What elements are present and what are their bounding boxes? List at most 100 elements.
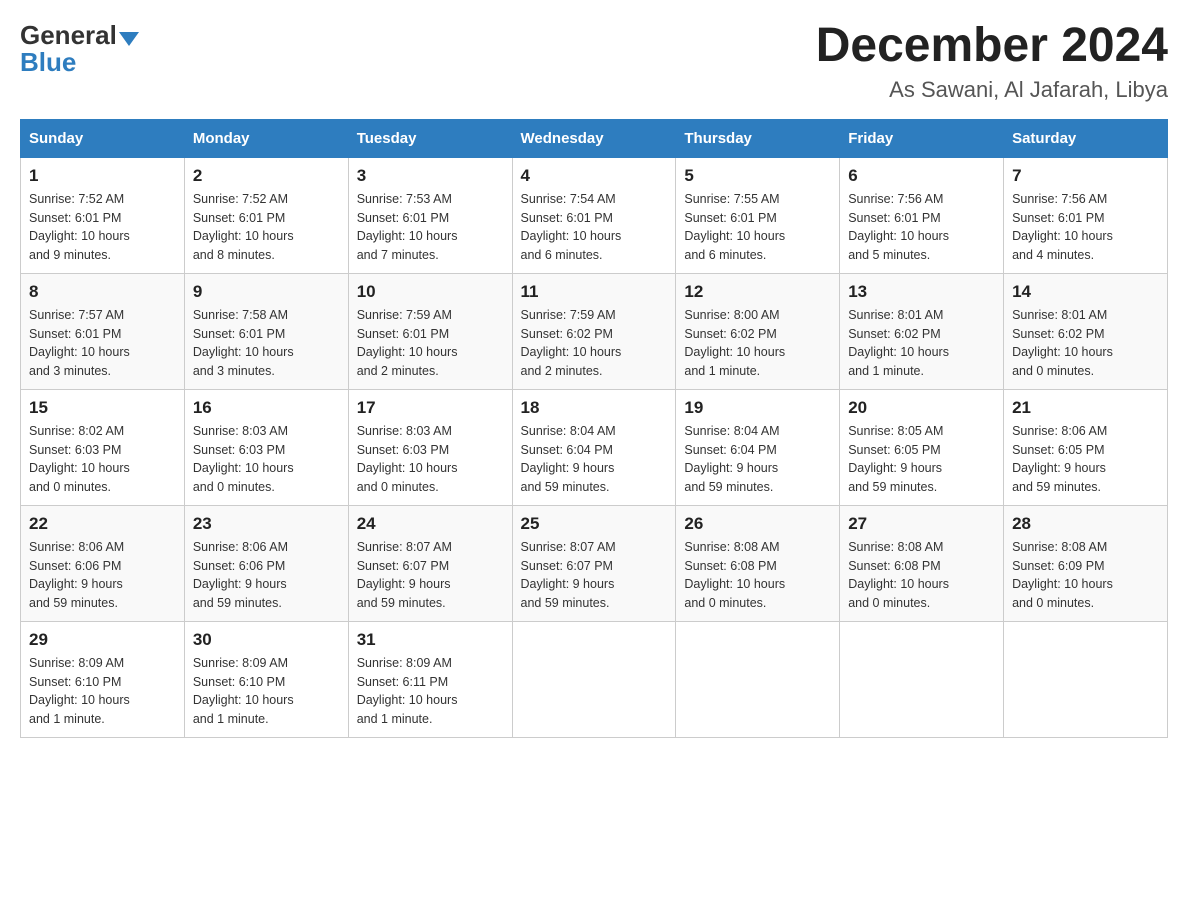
calendar-cell [676, 621, 840, 737]
calendar-cell: 24 Sunrise: 8:07 AMSunset: 6:07 PMDayligh… [348, 505, 512, 621]
day-header-friday: Friday [840, 119, 1004, 157]
calendar-title: December 2024 [816, 20, 1168, 73]
calendar-cell: 27 Sunrise: 8:08 AMSunset: 6:08 PMDayligh… [840, 505, 1004, 621]
day-info: Sunrise: 8:06 AMSunset: 6:06 PMDaylight:… [29, 538, 176, 613]
calendar-cell: 14 Sunrise: 8:01 AMSunset: 6:02 PMDayligh… [1004, 273, 1168, 389]
day-info: Sunrise: 8:08 AMSunset: 6:08 PMDaylight:… [684, 538, 831, 613]
calendar-subtitle: As Sawani, Al Jafarah, Libya [816, 77, 1168, 103]
day-header-monday: Monday [184, 119, 348, 157]
day-info: Sunrise: 8:08 AMSunset: 6:08 PMDaylight:… [848, 538, 995, 613]
calendar-week-row: 29 Sunrise: 8:09 AMSunset: 6:10 PMDayligh… [21, 621, 1168, 737]
day-header-tuesday: Tuesday [348, 119, 512, 157]
calendar-cell: 31 Sunrise: 8:09 AMSunset: 6:11 PMDayligh… [348, 621, 512, 737]
calendar-cell: 19 Sunrise: 8:04 AMSunset: 6:04 PMDayligh… [676, 389, 840, 505]
day-info: Sunrise: 8:09 AMSunset: 6:11 PMDaylight:… [357, 654, 504, 729]
day-number: 24 [357, 514, 504, 534]
day-number: 25 [521, 514, 668, 534]
day-number: 19 [684, 398, 831, 418]
logo-blue-text: Blue [20, 47, 76, 78]
day-info: Sunrise: 7:53 AMSunset: 6:01 PMDaylight:… [357, 190, 504, 265]
calendar-body: 1Sunrise: 7:52 AMSunset: 6:01 PMDaylight… [21, 157, 1168, 737]
calendar-cell [512, 621, 676, 737]
day-header-saturday: Saturday [1004, 119, 1168, 157]
day-number: 13 [848, 282, 995, 302]
calendar-cell: 12 Sunrise: 8:00 AMSunset: 6:02 PMDayligh… [676, 273, 840, 389]
day-number: 6 [848, 166, 995, 186]
title-block: December 2024 As Sawani, Al Jafarah, Lib… [816, 20, 1168, 103]
day-number: 2 [193, 166, 340, 186]
calendar-cell [1004, 621, 1168, 737]
calendar-header-row: SundayMondayTuesdayWednesdayThursdayFrid… [21, 119, 1168, 157]
calendar-cell: 1Sunrise: 7:52 AMSunset: 6:01 PMDaylight… [21, 157, 185, 273]
day-info: Sunrise: 7:56 AMSunset: 6:01 PMDaylight:… [1012, 190, 1159, 265]
day-header-thursday: Thursday [676, 119, 840, 157]
day-info: Sunrise: 8:02 AMSunset: 6:03 PMDaylight:… [29, 422, 176, 497]
day-info: Sunrise: 7:58 AMSunset: 6:01 PMDaylight:… [193, 306, 340, 381]
day-number: 1 [29, 166, 176, 186]
day-number: 31 [357, 630, 504, 650]
day-number: 15 [29, 398, 176, 418]
day-header-wednesday: Wednesday [512, 119, 676, 157]
day-info: Sunrise: 7:56 AMSunset: 6:01 PMDaylight:… [848, 190, 995, 265]
calendar-cell: 6 Sunrise: 7:56 AMSunset: 6:01 PMDaylight… [840, 157, 1004, 273]
day-info: Sunrise: 8:09 AMSunset: 6:10 PMDaylight:… [193, 654, 340, 729]
day-number: 18 [521, 398, 668, 418]
day-info: Sunrise: 7:57 AMSunset: 6:01 PMDaylight:… [29, 306, 176, 381]
day-info: Sunrise: 8:06 AMSunset: 6:05 PMDaylight:… [1012, 422, 1159, 497]
day-number: 3 [357, 166, 504, 186]
calendar-cell: 8 Sunrise: 7:57 AMSunset: 6:01 PMDaylight… [21, 273, 185, 389]
day-number: 22 [29, 514, 176, 534]
calendar-cell: 30 Sunrise: 8:09 AMSunset: 6:10 PMDayligh… [184, 621, 348, 737]
calendar-cell: 11 Sunrise: 7:59 AMSunset: 6:02 PMDayligh… [512, 273, 676, 389]
calendar-cell: 9 Sunrise: 7:58 AMSunset: 6:01 PMDaylight… [184, 273, 348, 389]
day-number: 28 [1012, 514, 1159, 534]
calendar-cell: 23 Sunrise: 8:06 AMSunset: 6:06 PMDayligh… [184, 505, 348, 621]
calendar-cell: 5Sunrise: 7:55 AMSunset: 6:01 PMDaylight… [676, 157, 840, 273]
day-header-sunday: Sunday [21, 119, 185, 157]
day-number: 30 [193, 630, 340, 650]
day-info: Sunrise: 8:03 AMSunset: 6:03 PMDaylight:… [193, 422, 340, 497]
calendar-week-row: 15 Sunrise: 8:02 AMSunset: 6:03 PMDayligh… [21, 389, 1168, 505]
day-number: 7 [1012, 166, 1159, 186]
calendar-cell: 10 Sunrise: 7:59 AMSunset: 6:01 PMDayligh… [348, 273, 512, 389]
day-number: 14 [1012, 282, 1159, 302]
day-info: Sunrise: 7:55 AMSunset: 6:01 PMDaylight:… [684, 190, 831, 265]
calendar-cell: 28Sunrise: 8:08 AMSunset: 6:09 PMDayligh… [1004, 505, 1168, 621]
day-info: Sunrise: 8:07 AMSunset: 6:07 PMDaylight:… [521, 538, 668, 613]
calendar-week-row: 1Sunrise: 7:52 AMSunset: 6:01 PMDaylight… [21, 157, 1168, 273]
day-number: 27 [848, 514, 995, 534]
calendar-week-row: 8 Sunrise: 7:57 AMSunset: 6:01 PMDaylight… [21, 273, 1168, 389]
day-info: Sunrise: 8:05 AMSunset: 6:05 PMDaylight:… [848, 422, 995, 497]
calendar-cell: 15 Sunrise: 8:02 AMSunset: 6:03 PMDayligh… [21, 389, 185, 505]
day-info: Sunrise: 8:00 AMSunset: 6:02 PMDaylight:… [684, 306, 831, 381]
calendar-cell: 22 Sunrise: 8:06 AMSunset: 6:06 PMDayligh… [21, 505, 185, 621]
day-number: 20 [848, 398, 995, 418]
day-number: 9 [193, 282, 340, 302]
day-info: Sunrise: 8:07 AMSunset: 6:07 PMDaylight:… [357, 538, 504, 613]
day-number: 12 [684, 282, 831, 302]
day-info: Sunrise: 7:59 AMSunset: 6:01 PMDaylight:… [357, 306, 504, 381]
day-info: Sunrise: 8:03 AMSunset: 6:03 PMDaylight:… [357, 422, 504, 497]
day-number: 4 [521, 166, 668, 186]
day-info: Sunrise: 7:59 AMSunset: 6:02 PMDaylight:… [521, 306, 668, 381]
calendar-table: SundayMondayTuesdayWednesdayThursdayFrid… [20, 119, 1168, 738]
calendar-cell: 26Sunrise: 8:08 AMSunset: 6:08 PMDayligh… [676, 505, 840, 621]
calendar-cell: 4Sunrise: 7:54 AMSunset: 6:01 PMDaylight… [512, 157, 676, 273]
calendar-cell: 17Sunrise: 8:03 AMSunset: 6:03 PMDayligh… [348, 389, 512, 505]
calendar-cell: 20 Sunrise: 8:05 AMSunset: 6:05 PMDayligh… [840, 389, 1004, 505]
day-info: Sunrise: 8:06 AMSunset: 6:06 PMDaylight:… [193, 538, 340, 613]
calendar-cell: 7 Sunrise: 7:56 AMSunset: 6:01 PMDaylight… [1004, 157, 1168, 273]
calendar-cell: 13 Sunrise: 8:01 AMSunset: 6:02 PMDayligh… [840, 273, 1004, 389]
day-info: Sunrise: 8:01 AMSunset: 6:02 PMDaylight:… [848, 306, 995, 381]
day-number: 21 [1012, 398, 1159, 418]
day-number: 23 [193, 514, 340, 534]
day-number: 11 [521, 282, 668, 302]
calendar-week-row: 22 Sunrise: 8:06 AMSunset: 6:06 PMDayligh… [21, 505, 1168, 621]
day-number: 10 [357, 282, 504, 302]
day-number: 8 [29, 282, 176, 302]
day-number: 16 [193, 398, 340, 418]
day-info: Sunrise: 8:04 AMSunset: 6:04 PMDaylight:… [684, 422, 831, 497]
day-info: Sunrise: 8:01 AMSunset: 6:02 PMDaylight:… [1012, 306, 1159, 381]
logo-arrow-icon [119, 32, 139, 46]
day-number: 29 [29, 630, 176, 650]
